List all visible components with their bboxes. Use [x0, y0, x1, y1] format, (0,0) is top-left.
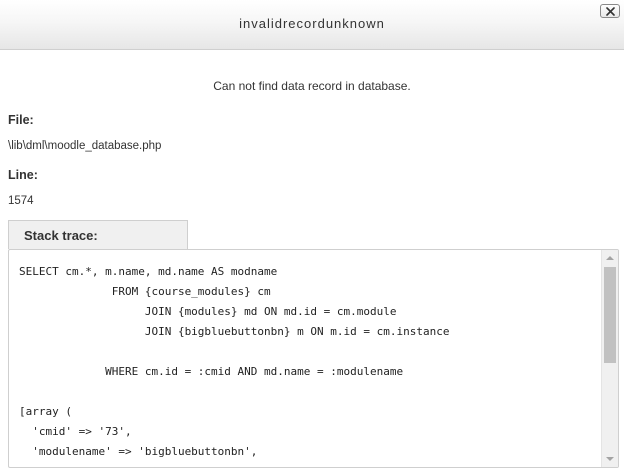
dialog-title: invalidrecordunknown — [239, 16, 385, 31]
tab-stack-trace[interactable]: Stack trace: — [8, 220, 188, 249]
vertical-scrollbar[interactable] — [601, 250, 618, 467]
file-label: File: — [8, 113, 34, 127]
error-message: Can not find data record in database. — [213, 79, 411, 93]
stack-trace-code: SELECT cm.*, m.name, md.name AS modname … — [19, 265, 450, 467]
scroll-up-arrow-icon[interactable] — [606, 256, 614, 260]
line-value: 1574 — [8, 195, 34, 207]
error-dialog: invalidrecordunknown Can not find data r… — [0, 0, 624, 475]
close-icon — [606, 7, 615, 16]
scrollbar-thumb[interactable] — [604, 267, 616, 363]
stack-trace-box[interactable]: SELECT cm.*, m.name, md.name AS modname … — [8, 249, 619, 468]
line-label: Line: — [8, 168, 38, 182]
close-button[interactable] — [600, 4, 620, 18]
tab-stack-trace-label: Stack trace: — [24, 228, 98, 243]
file-value: \lib\dml\moodle_database.php — [8, 140, 162, 152]
dialog-header: invalidrecordunknown — [0, 0, 624, 50]
scroll-down-arrow-icon[interactable] — [606, 457, 614, 461]
